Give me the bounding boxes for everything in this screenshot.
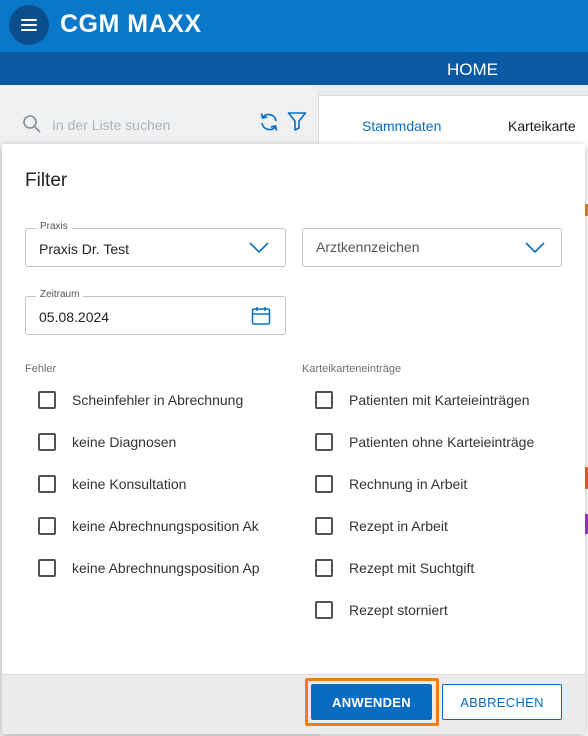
- checkbox-label: Rezept in Arbeit: [349, 518, 448, 534]
- checkbox-rezept-storniert[interactable]: Rezept storniert: [315, 601, 448, 619]
- tab-karteikarte[interactable]: Karteikarte: [508, 118, 576, 134]
- checkbox-keine-abrechnungsposition-ak[interactable]: keine Abrechnungsposition Ak: [38, 517, 259, 535]
- checkbox-rezept-in-arbeit[interactable]: Rezept in Arbeit: [315, 517, 448, 535]
- checkbox[interactable]: [38, 517, 56, 535]
- section-bar: HOME: [0, 52, 588, 85]
- dialog-title: Filter: [25, 170, 68, 191]
- section-title[interactable]: HOME: [447, 60, 498, 80]
- arztkennzeichen-placeholder: Arztkennzeichen: [316, 239, 420, 255]
- checkbox-label: keine Konsultation: [72, 476, 187, 492]
- zeitraum-value: 05.08.2024: [39, 309, 110, 325]
- filter-dialog: Filter Praxis Praxis Dr. Test Arztkennze…: [2, 144, 585, 734]
- checkbox-rezept-mit-suchtgift[interactable]: Rezept mit Suchtgift: [315, 559, 474, 577]
- refresh-icon[interactable]: [257, 110, 281, 134]
- search-input[interactable]: In der Liste suchen: [52, 117, 170, 133]
- checkbox[interactable]: [315, 517, 333, 535]
- checkbox-keine-konsultation[interactable]: keine Konsultation: [38, 475, 186, 493]
- cancel-button-label: ABBRECHEN: [460, 694, 544, 710]
- praxis-value: Praxis Dr. Test: [39, 241, 129, 257]
- checkbox[interactable]: [38, 391, 56, 409]
- checkbox-label: keine Abrechnungsposition Ap: [72, 560, 260, 576]
- search-icon: [23, 115, 41, 133]
- checkbox-label: Scheinfehler in Abrechnung: [72, 392, 244, 408]
- fehler-section-label: Fehler: [25, 363, 57, 375]
- checkbox-rechnung-in-arbeit[interactable]: Rechnung in Arbeit: [315, 475, 467, 493]
- praxis-select[interactable]: Praxis Praxis Dr. Test: [25, 221, 286, 267]
- checkbox[interactable]: [315, 601, 333, 619]
- checkbox[interactable]: [315, 475, 333, 493]
- checkbox-label: Rezept mit Suchtgift: [349, 560, 475, 576]
- apply-button[interactable]: ANWENDEN: [311, 684, 432, 720]
- kartei-section-label: Karteikarteneinträge: [302, 363, 402, 375]
- checkbox-keine-abrechnungsposition-ap[interactable]: keine Abrechnungsposition Ap: [38, 559, 260, 577]
- checkbox-scheinfehler[interactable]: Scheinfehler in Abrechnung: [38, 391, 243, 409]
- checkbox-label: keine Diagnosen: [72, 434, 177, 450]
- calendar-icon[interactable]: [251, 306, 271, 326]
- checkbox[interactable]: [315, 391, 333, 409]
- checkbox[interactable]: [38, 433, 56, 451]
- checkbox-label: Rechnung in Arbeit: [349, 476, 468, 492]
- checkbox-label: keine Abrechnungsposition Ak: [72, 518, 259, 534]
- zeitraum-date-field[interactable]: Zeitraum 05.08.2024: [25, 289, 286, 335]
- checkbox[interactable]: [315, 559, 333, 577]
- checkbox-label: Patienten ohne Karteieinträge: [349, 434, 535, 450]
- checkbox-label: Rezept storniert: [349, 602, 448, 618]
- app-title: CGM MAXX: [60, 10, 202, 38]
- apply-button-label: ANWENDEN: [332, 694, 411, 710]
- checkbox-keine-diagnosen[interactable]: keine Diagnosen: [38, 433, 176, 451]
- zeitraum-label: Zeitraum: [36, 289, 84, 300]
- tab-stammdaten[interactable]: Stammdaten: [362, 118, 441, 134]
- praxis-label: Praxis: [36, 221, 72, 232]
- hamburger-icon: [21, 19, 37, 31]
- arztkennzeichen-select[interactable]: Arztkennzeichen: [302, 228, 562, 267]
- chevron-down-icon: [249, 242, 269, 254]
- checkbox-patienten-mit-karteieintraegen[interactable]: Patienten mit Karteieinträgen: [315, 391, 530, 409]
- checkbox[interactable]: [38, 559, 56, 577]
- hamburger-menu-button[interactable]: [9, 5, 49, 45]
- cancel-button[interactable]: ABBRECHEN: [442, 684, 562, 720]
- chevron-down-icon: [525, 242, 545, 254]
- checkbox-patienten-ohne-karteieintraege[interactable]: Patienten ohne Karteieinträge: [315, 433, 534, 451]
- filter-icon[interactable]: [286, 110, 308, 132]
- checkbox[interactable]: [38, 475, 56, 493]
- checkbox[interactable]: [315, 433, 333, 451]
- checkbox-label: Patienten mit Karteieinträgen: [349, 392, 530, 408]
- app-bar: CGM MAXX: [0, 0, 588, 52]
